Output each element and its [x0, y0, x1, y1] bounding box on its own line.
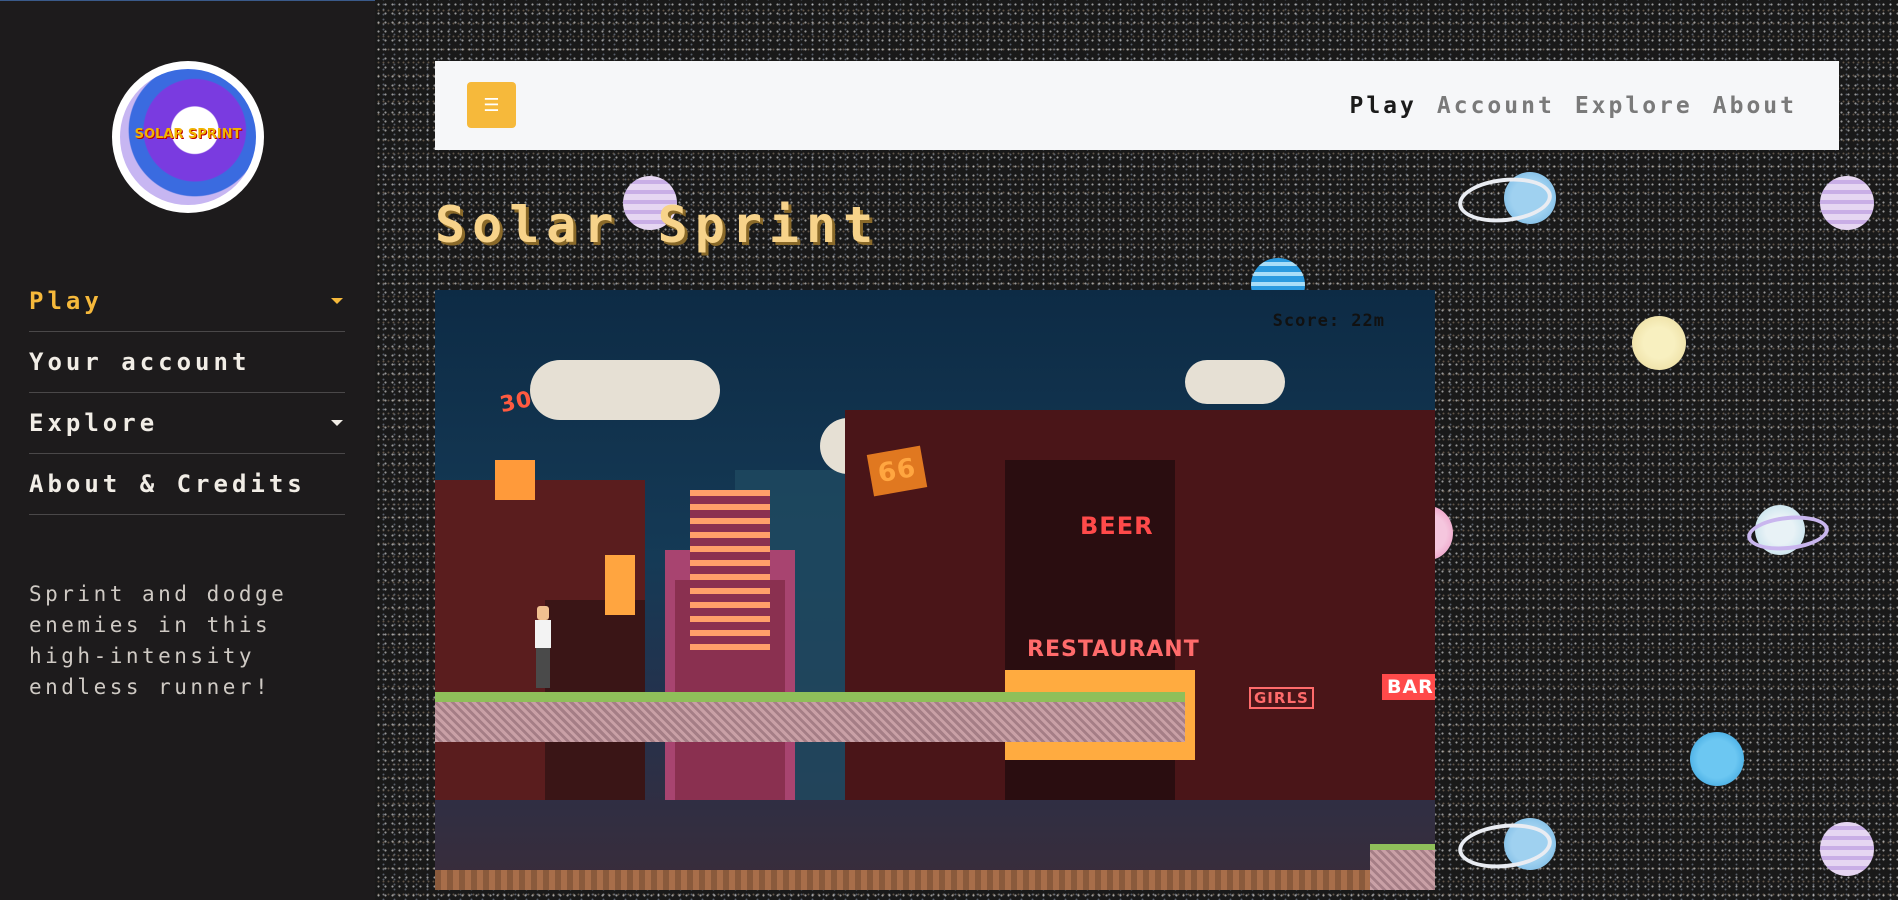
sidebar-item-about-credits[interactable]: About & Credits: [29, 454, 345, 515]
logo-text: SOLAR SPRINT: [134, 127, 242, 142]
window: [495, 460, 535, 500]
window: [690, 490, 770, 650]
sidebar-item-explore[interactable]: Explore: [29, 393, 345, 454]
tagline: Sprint and dodge enemies in this high-in…: [29, 582, 288, 699]
sign-30: 30: [497, 386, 535, 419]
sidebar-nav: Play Your account Explore About & Credit…: [29, 271, 345, 515]
nav-link-about[interactable]: About: [1713, 93, 1797, 119]
main-content: ☰ Play Account Explore About Solar Sprin…: [375, 0, 1898, 900]
nav-link-account[interactable]: Account: [1437, 93, 1555, 119]
nav-link-play[interactable]: Play: [1349, 93, 1416, 119]
platform: [435, 692, 1185, 742]
sidebar: SOLAR SPRINT Play Your account Explore A…: [0, 0, 375, 900]
ground: [435, 870, 1435, 890]
planet-icon: [1820, 176, 1874, 230]
navbar-links: Play Account Explore About: [1349, 61, 1797, 150]
sidebar-item-label: Explore: [29, 409, 159, 437]
chevron-down-icon: [331, 298, 343, 304]
planet-icon: [1820, 822, 1874, 876]
game-canvas[interactable]: 30 66 BEER RESTAURANT GIRLS BAR Score: 2…: [435, 290, 1435, 890]
sign-bar: BAR: [1382, 674, 1435, 700]
window: [605, 555, 635, 615]
sign-girls: GIRLS: [1249, 687, 1314, 709]
planet-icon: [1632, 316, 1686, 370]
cloud: [530, 360, 720, 420]
sidebar-item-play[interactable]: Play: [29, 271, 345, 332]
chevron-down-icon: [331, 420, 343, 426]
sidebar-item-your-account[interactable]: Your account: [29, 332, 345, 393]
sign-beer: BEER: [1080, 512, 1154, 540]
sidebar-item-label: About & Credits: [29, 470, 306, 498]
ground-block: [1370, 844, 1435, 890]
sidebar-item-label: Your account: [29, 348, 251, 376]
menu-button[interactable]: ☰: [467, 82, 516, 128]
page-title: Solar Sprint: [435, 196, 881, 254]
logo[interactable]: SOLAR SPRINT: [112, 61, 264, 213]
nav-link-explore[interactable]: Explore: [1575, 93, 1693, 119]
planet-icon: [1690, 732, 1744, 786]
score-display: Score: 22m: [1272, 311, 1385, 331]
cloud: [1185, 360, 1285, 404]
player-character: [533, 606, 553, 690]
top-navbar: ☰ Play Account Explore About: [435, 61, 1839, 150]
hamburger-icon: ☰: [483, 94, 500, 116]
sidebar-item-label: Play: [29, 287, 103, 315]
sign-restaurant: RESTAURANT: [1027, 637, 1200, 662]
